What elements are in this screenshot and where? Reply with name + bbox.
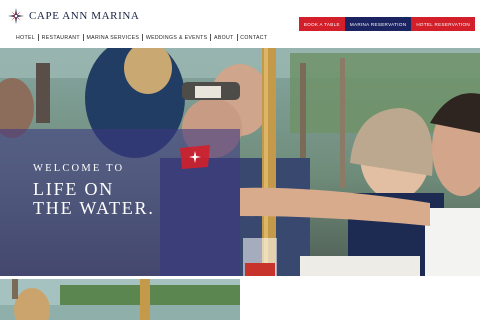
reservation-buttons: BOOK A TABLE MARINA RESERVATION HOTEL RE… xyxy=(298,17,475,31)
book-table-button[interactable]: BOOK A TABLE xyxy=(298,17,345,31)
nav-divider xyxy=(142,34,143,41)
brand-name: CAPE ANN MARINA xyxy=(29,10,140,22)
hero-welcome-text: WELCOME TO xyxy=(33,163,125,174)
flag-icon xyxy=(180,145,210,169)
marina-reservation-button[interactable]: MARINA RESERVATION xyxy=(344,17,412,31)
hero-headline: LIFE ON THE WATER. xyxy=(33,179,155,218)
hotel-reservation-button[interactable]: HOTEL RESERVATION xyxy=(411,17,475,31)
nav-divider xyxy=(82,34,84,41)
nav-divider xyxy=(210,34,212,41)
nav-item-weddings-events[interactable]: WEDDINGS & EVENTS xyxy=(146,35,208,41)
nav-item-restaurant[interactable]: RESTAURANT xyxy=(42,35,80,41)
compass-rose-icon xyxy=(8,8,24,24)
nav-divider xyxy=(38,34,39,41)
nav-item-about[interactable]: ABOUT xyxy=(214,35,234,41)
nav-item-hotel[interactable]: HOTEL xyxy=(16,35,35,41)
nav-item-marina-services[interactable]: MARINA SERVICES xyxy=(87,35,140,41)
nav-item-contact[interactable]: CONTACT xyxy=(240,35,267,41)
main-nav: HOTEL RESTAURANT MARINA SERVICES WEDDING… xyxy=(16,34,267,41)
site-header: CAPE ANN MARINA BOOK A TABLE MARINA RESE… xyxy=(0,0,480,48)
nav-divider xyxy=(236,34,238,41)
logo[interactable]: CAPE ANN MARINA xyxy=(8,8,139,24)
hero-section: WELCOME TO LIFE ON THE WATER. xyxy=(0,48,480,276)
secondary-photo xyxy=(0,279,240,320)
